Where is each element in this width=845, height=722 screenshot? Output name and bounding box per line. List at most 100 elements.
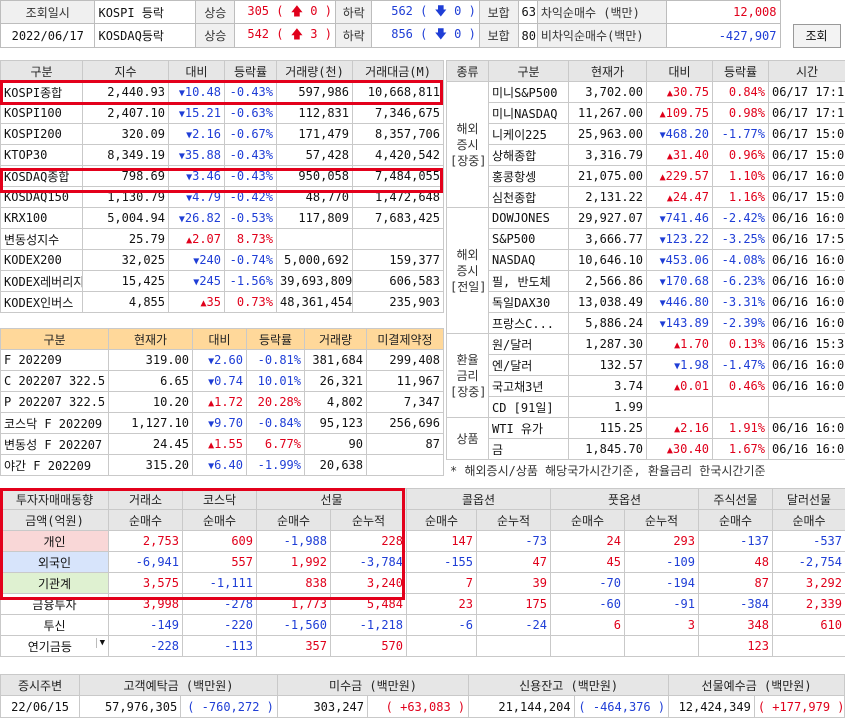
investor-group-2: 선물	[256, 488, 407, 510]
investor-subheader: 순누적	[476, 509, 551, 531]
investor-row[interactable]: 연기금등 ▼ -228 -113 357 570 123	[0, 635, 845, 657]
futures-table: 구분 현재가 대비 등락률 거래량 미결제약정 F 202209 319.00 ▼2.60 -0…	[0, 328, 444, 476]
index-row[interactable]: KTOP30 8,349.19 ▼35.88 -0.43% 57,428 4,420,54…	[0, 144, 444, 166]
up-label-2: 상승	[195, 23, 236, 48]
index-row[interactable]: KOSPI100 2,407.10 ▼15.21 -0.63% 112,831 7,346…	[0, 102, 444, 124]
futures-row[interactable]: 야간 F 202209 315.20 ▼6.40 -1.99% 20,638	[0, 454, 444, 476]
index-name: KODEX인버스	[0, 291, 83, 313]
funds-header-0: 증시주변	[0, 674, 81, 696]
top-market-status: 조회일시 KOSPI 등락 상승 305 ( 🡅 0 ) 하락 562 ( 🡇 …	[0, 0, 845, 48]
futures-name: 코스닥 F 202209	[0, 412, 109, 434]
index-pct: -0.42%	[224, 186, 277, 208]
world-price: 11,267.00	[568, 102, 647, 124]
futures-row[interactable]: 변동성 F 202207 24.45 ▲1.55 6.77% 90 87	[0, 433, 444, 455]
futures-header-2: 대비	[192, 328, 247, 350]
futures-row[interactable]: F 202209 319.00 ▼2.60 -0.81% 381,684 299,408	[0, 349, 444, 371]
investor-value: 1,773	[256, 593, 331, 615]
index-change: ▼2.16	[168, 123, 225, 145]
investor-row[interactable]: 투신 -149 -220 -1,560 -1,218 -6 -24 6 3 348 610	[0, 614, 845, 636]
world-change: ▲229.57	[646, 165, 713, 187]
world-row[interactable]: 심천종합 2,131.22 ▲24.47 1.16% 06/17 15:00	[447, 186, 845, 208]
world-change: ▲2.16	[646, 417, 713, 439]
index-row[interactable]: KODEX레버리지 15,425 ▼245 -1.56% 39,693,809 606,5…	[0, 270, 444, 292]
flat-label-2: 보합	[478, 23, 519, 48]
index-row[interactable]: KOSDAQ종합 798.69 ▼3.46 -0.43% 950,058 7,484,05…	[0, 165, 444, 187]
query-button[interactable]: 조회	[792, 23, 841, 48]
world-row[interactable]: S&P500 3,666.77 ▼123.22 -3.25% 06/16 17:52	[447, 228, 845, 250]
world-row[interactable]: CD [91일] 1.99	[447, 396, 845, 418]
index-row[interactable]: KODEX200 32,025 ▼240 -0.74% 5,000,692 159,377	[0, 249, 444, 271]
world-change: ▼143.89	[646, 312, 713, 334]
world-row[interactable]: NASDAQ 10,646.10 ▼453.06 -4.08% 06/16 16:01	[447, 249, 845, 271]
investor-value: 2,339	[772, 593, 845, 615]
deposit-value: 57,976,305	[79, 695, 182, 718]
futures-row[interactable]: 코스닥 F 202209 1,127.10 ▼9.70 -0.84% 95,123 256…	[0, 412, 444, 434]
world-time: 06/17 15:00	[768, 123, 845, 145]
credit-change: ( -464,376 )	[573, 695, 670, 718]
world-row[interactable]: 해외 증시 [전일] DOWJONES 29,927.07 ▼741.46 -2.42% 06…	[446, 207, 845, 334]
down-label: 하락	[334, 0, 373, 24]
index-pct: 8.73%	[224, 228, 277, 250]
world-time: 06/16 16:01	[768, 270, 845, 292]
world-row[interactable]: 미니NASDAQ 11,267.00 ▲109.75 0.98% 06/17 17:19	[447, 102, 845, 124]
investor-value: 2,753	[108, 530, 183, 552]
world-row[interactable]: 환율 금리 [장중] 원/달러 1,287.30 ▲1.70 0.13% 06/16 15:3…	[446, 333, 845, 418]
investor-group-3: 콜옵션	[406, 488, 551, 510]
kosdaq-up-count: 542 ( 🡅 3 )	[234, 23, 336, 48]
index-row[interactable]: KOSPI종합 2,440.93 ▼10.48 -0.43% 597,986 10,668…	[0, 81, 444, 103]
world-row[interactable]: 금 1,845.70 ▲30.40 1.67% 06/16 16:00	[447, 438, 845, 460]
world-row[interactable]: 독일DAX30 13,038.49 ▼446.80 -3.31% 06/16 16:00	[447, 291, 845, 313]
futures-header-1: 현재가	[108, 328, 193, 350]
world-time	[768, 396, 845, 418]
index-change: ▼26.82	[168, 207, 225, 229]
investor-value: -194	[624, 572, 699, 594]
up-arrow-icon: 🡅	[290, 27, 304, 41]
world-row[interactable]: 해외 증시 [장중] 미니S&P500 3,702.00 ▲30.75 0.84% 06/17…	[446, 81, 845, 208]
investor-row[interactable]: 기관계 3,575 -1,111 838 3,240 7 39 -70 -194 87 3,292	[0, 572, 845, 594]
investor-row[interactable]: 개인 2,753 609 -1,988 228 147 -73 24 293 -137 -537	[0, 530, 845, 552]
world-name: 홍콩항셍	[488, 165, 569, 187]
index-pct: -0.67%	[224, 123, 277, 145]
futures-row[interactable]: C 202207 322.5 6.65 ▼0.74 10.01% 26,321 11,96…	[0, 370, 444, 392]
world-category: 환율 금리 [장중]	[446, 333, 489, 418]
index-amount: 7,683,425	[352, 207, 444, 229]
world-row[interactable]: 엔/달러 132.57 ▼1.98 -1.47% 06/16 16:00	[447, 354, 845, 376]
investor-value: 24	[550, 530, 625, 552]
index-value: 798.69	[82, 165, 169, 187]
futures-price: 319.00	[108, 349, 193, 371]
world-row[interactable]: 니케이225 25,963.00 ▼468.20 -1.77% 06/17 15:00	[447, 123, 845, 145]
world-row[interactable]: 상해종합 3,316.79 ▲31.40 0.96% 06/17 15:00	[447, 144, 845, 166]
investor-value: 348	[698, 614, 773, 636]
investor-subheader: 순매수	[182, 509, 257, 531]
world-row[interactable]: 필, 반도체 2,566.86 ▼170.68 -6.23% 06/16 16:01	[447, 270, 845, 292]
index-name: KOSPI200	[0, 123, 83, 145]
index-row[interactable]: KRX100 5,004.94 ▼26.82 -0.53% 117,809 7,683,4…	[0, 207, 444, 229]
investor-name: 개인	[0, 530, 109, 552]
world-row[interactable]: 국고채3년 3.74 ▲0.01 0.46% 06/16 16:00	[447, 375, 845, 397]
index-row[interactable]: 변동성지수 25.79 ▲2.07 8.73%	[0, 228, 444, 250]
index-name: KOSPI100	[0, 102, 83, 124]
dropdown-arrow-icon[interactable]: ▼	[95, 637, 105, 648]
world-row[interactable]: 홍콩항셍 21,075.00 ▲229.57 1.10% 06/17 16:08	[447, 165, 845, 187]
investor-subheader: 순매수	[772, 509, 845, 531]
index-name: KOSPI종합	[0, 81, 83, 103]
investor-value: 5,484	[330, 593, 407, 615]
futures-volume: 20,638	[304, 454, 367, 476]
index-change: ▲35	[168, 291, 225, 313]
world-pct: -2.39%	[712, 312, 769, 334]
index-row[interactable]: KODEX인버스 4,855 ▲35 0.73% 48,361,454 235,903	[0, 291, 444, 313]
index-amount: 7,346,675	[352, 102, 444, 124]
investor-row[interactable]: 외국인 -6,941 557 1,992 -3,784 -155 47 45 -109 48 -2,…	[0, 551, 845, 573]
futures-change: ▼6.40	[192, 454, 247, 476]
world-pct: 0.46%	[712, 375, 769, 397]
world-row[interactable]: 프랑스C... 5,886.24 ▼143.89 -2.39% 06/16 16:00	[447, 312, 845, 334]
index-name: KTOP30	[0, 144, 83, 166]
index-change: ▼10.48	[168, 81, 225, 103]
index-volume: 48,361,454	[276, 291, 353, 313]
index-row[interactable]: KOSDAQ150 1,130.79 ▼4.79 -0.42% 48,770 1,472,…	[0, 186, 444, 208]
investor-row[interactable]: 금융투자 3,998 -278 1,773 5,484 23 175 -60 -91 -384 2,…	[0, 593, 845, 615]
world-row[interactable]: 상품 WTI 유가 115.25 ▲2.16 1.91% 06/16 16:00	[446, 417, 845, 460]
futures-row[interactable]: P 202207 322.5 10.20 ▲1.72 20.28% 4,802 7,347	[0, 391, 444, 413]
index-row[interactable]: KOSPI200 320.09 ▼2.16 -0.67% 171,479 8,357,70…	[0, 123, 444, 145]
index-value: 320.09	[82, 123, 169, 145]
